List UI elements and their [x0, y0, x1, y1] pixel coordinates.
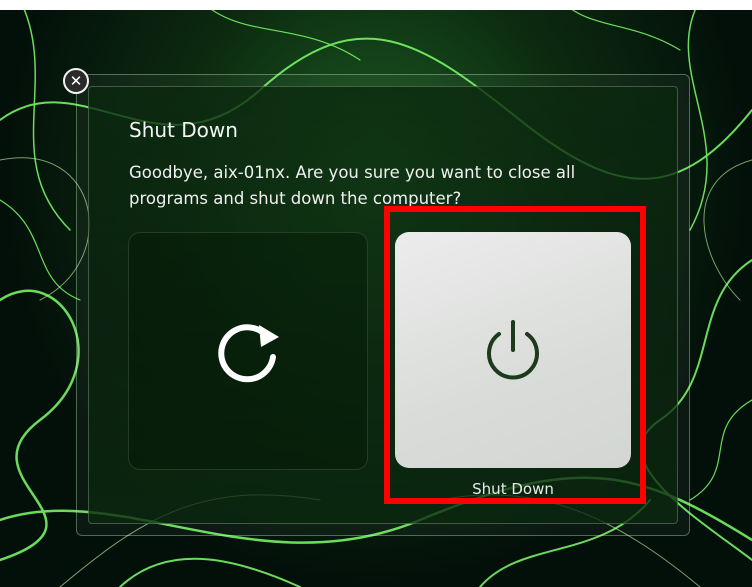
desktop: ✕ Shut Down Goodbye, aix-01nx. Are you s… [0, 0, 752, 587]
power-icon [487, 320, 539, 380]
top-strip [0, 0, 752, 10]
dialog-message: Goodbye, aix-01nx. Are you sure you want… [129, 163, 576, 208]
close-button[interactable]: ✕ [63, 68, 89, 94]
dialog-title: Shut Down [129, 118, 238, 142]
restart-icon [218, 324, 279, 383]
restart-button[interactable] [128, 232, 368, 470]
shutdown-button[interactable] [395, 232, 631, 468]
close-icon: ✕ [69, 71, 83, 90]
shutdown-label: Shut Down [472, 480, 554, 498]
